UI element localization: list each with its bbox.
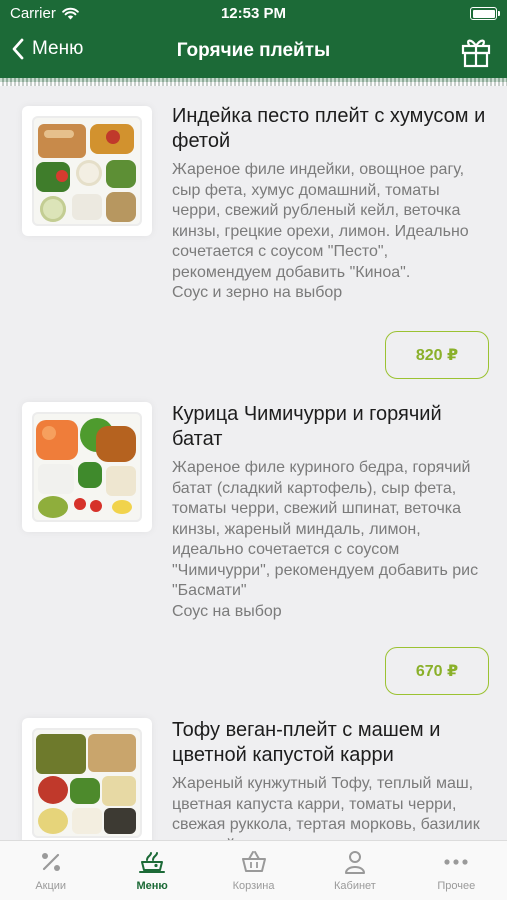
dish-title: Курица Чимичурри и горячий батат xyxy=(172,403,442,450)
dish-photo xyxy=(22,718,152,840)
more-dots-icon xyxy=(444,859,468,865)
dish-description: Жареный кунжутный Тофу, теплый маш, цвет… xyxy=(172,775,480,840)
dish-title: Индейка песто плейт с хумусом и фетой xyxy=(172,105,486,152)
tab-label: Корзина xyxy=(232,880,275,892)
dish-photo xyxy=(22,402,152,532)
tab-promotions[interactable]: Акции xyxy=(0,841,101,900)
status-bar: Carrier 12:53 PM xyxy=(0,0,507,28)
tab-more[interactable]: Прочее xyxy=(406,841,507,900)
percent-icon xyxy=(41,853,60,871)
tab-menu[interactable]: Меню xyxy=(101,841,202,900)
dish-photo xyxy=(22,106,152,236)
tab-account[interactable]: Кабинет xyxy=(304,841,405,900)
menu-plate-icon xyxy=(139,852,166,873)
gift-icon xyxy=(461,39,491,68)
battery-icon xyxy=(470,7,500,20)
header: Carrier 12:53 PM Меню Горячие плейты xyxy=(0,0,507,82)
dish-title: Тофу веган-плейт с машем и цветной капус… xyxy=(172,719,441,766)
page-title: Горячие плейты xyxy=(176,40,331,61)
tab-label: Кабинет xyxy=(334,880,376,892)
status-time: 12:53 PM xyxy=(220,5,287,22)
tab-label: Меню xyxy=(136,880,168,892)
header-divider xyxy=(0,78,507,86)
person-icon xyxy=(344,851,365,874)
price-button[interactable]: 820 ₽ xyxy=(385,331,489,379)
tab-bar: Акции Меню Корзина Кабинет Прочее xyxy=(0,840,507,900)
tab-cart[interactable]: Корзина xyxy=(203,841,304,900)
dish-description: Жареное филе индейки, овощное рагу, сыр … xyxy=(172,161,469,301)
nav-bar: Меню Горячие плейты xyxy=(0,28,507,82)
dish-description: Жареное филе куриного бедра, горячий бат… xyxy=(172,459,479,620)
basket-icon xyxy=(241,851,266,872)
gift-button[interactable] xyxy=(461,36,491,73)
menu-list[interactable]: Индейка песто плейт с хумусом и фетой Жа… xyxy=(0,86,507,840)
tab-label: Прочее xyxy=(437,880,476,892)
price-button[interactable]: 670 ₽ xyxy=(385,647,489,695)
tab-label: Акции xyxy=(35,880,67,892)
